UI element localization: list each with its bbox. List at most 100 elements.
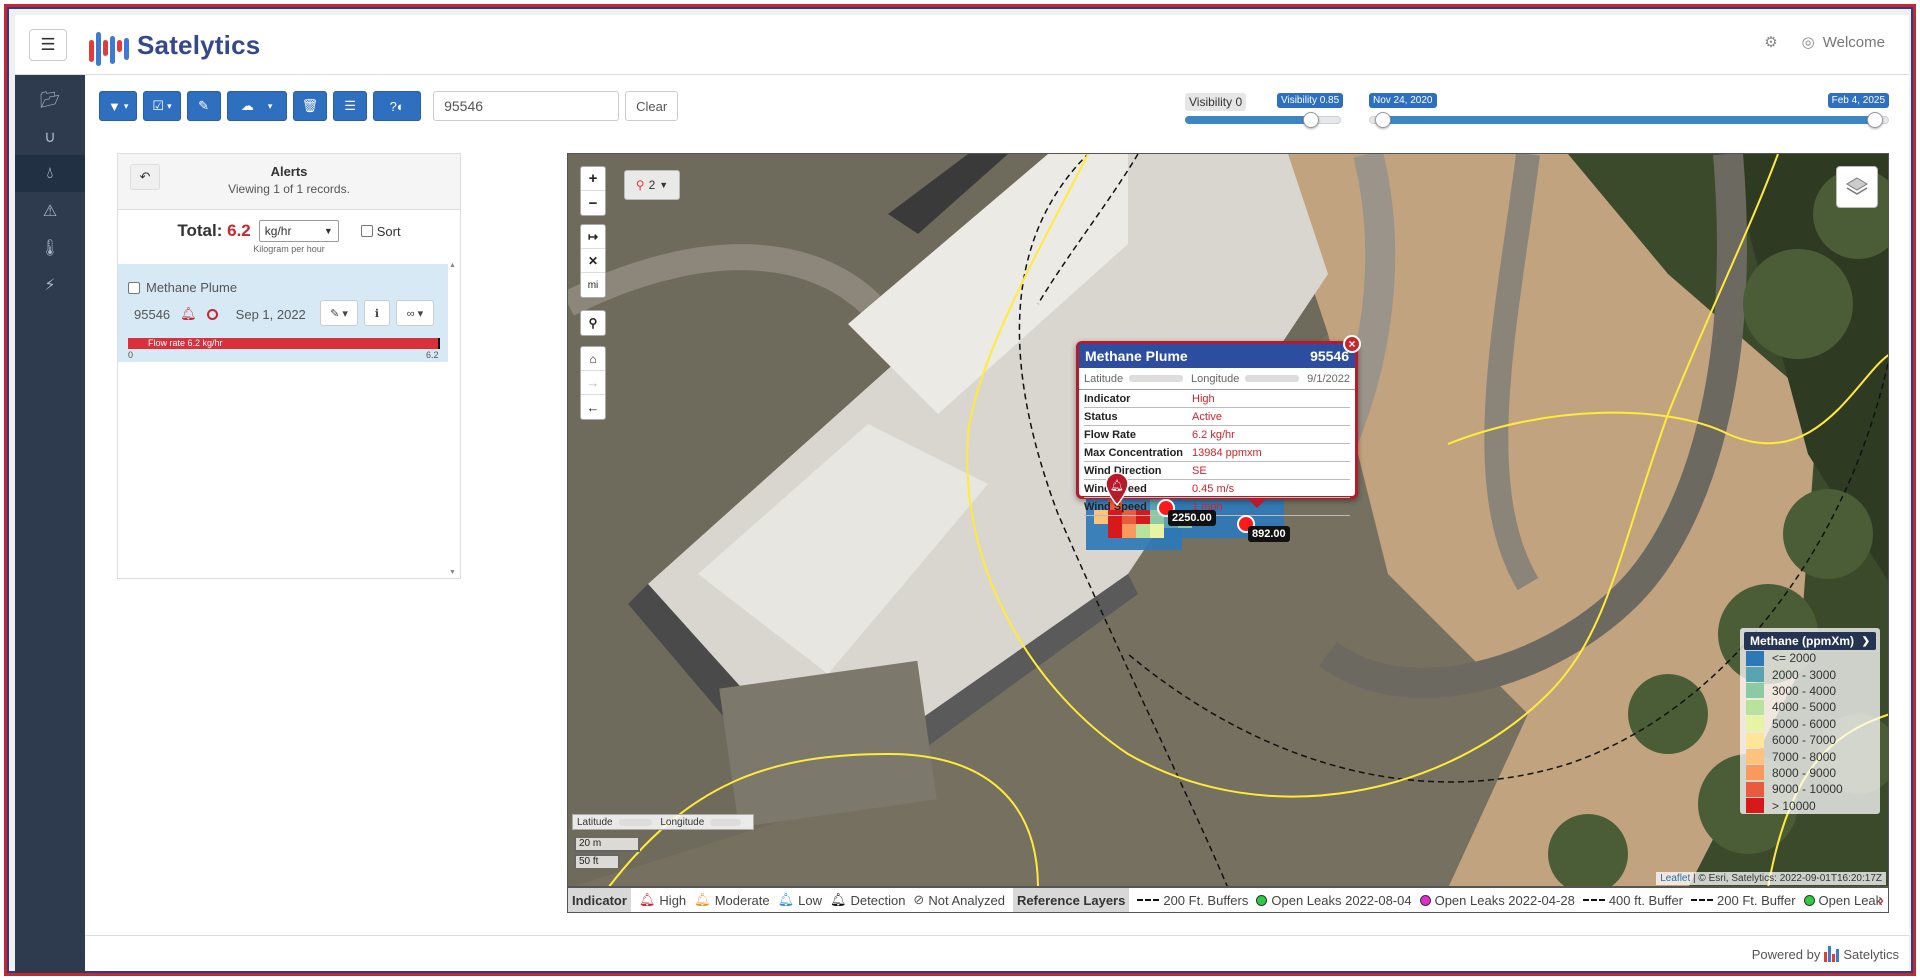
- warning-icon: ⚠: [42, 202, 58, 220]
- attribution-date: 2022-09-01T16:20:17Z: [1779, 873, 1882, 884]
- date-start-label: Nov 24, 2020: [1369, 93, 1437, 108]
- pencil-icon: ✎ ▾: [330, 307, 348, 320]
- map-attribution: Leaflet | © Esri, Satelytics: 2022-09-01…: [1656, 872, 1886, 885]
- filter-button[interactable]: ▼ ▾: [99, 91, 138, 121]
- distance-unit-button[interactable]: mi: [581, 273, 605, 297]
- sort-checkbox[interactable]: Sort: [360, 224, 401, 239]
- nav-magnet[interactable]: ∪: [15, 118, 85, 155]
- help-toggle-button[interactable]: ?◐: [373, 91, 422, 121]
- binoculars-button[interactable]: ∞ ▾: [396, 300, 434, 326]
- visibility-handle[interactable]: [1303, 112, 1319, 128]
- eraser-icon: ✎: [198, 98, 210, 113]
- ref-layer-item[interactable]: Open Leaks 2022-04-28: [1419, 893, 1575, 908]
- methane-legend: Methane (ppmXm) ❯ <= 2000 2000 - 3000 300…: [1740, 628, 1880, 814]
- binoculars-icon: ∞ ▾: [406, 307, 424, 320]
- menu-toggle-button[interactable]: ☰: [29, 29, 67, 61]
- info-button[interactable]: ℹ: [364, 300, 390, 326]
- indicator-heading: Indicator: [568, 888, 631, 912]
- indicator-high: 🔔︎ High: [638, 892, 687, 908]
- indicator-legend-bar: Indicator 🔔︎ High 🔔︎ Moderate 🔔︎ Low 🔔︎ Dete…: [567, 887, 1889, 913]
- locate-button[interactable]: ⚲: [581, 311, 605, 335]
- back-button[interactable]: ↶: [130, 164, 160, 190]
- list-button[interactable]: ☰: [333, 91, 368, 121]
- dashed-line-icon: [1137, 899, 1160, 901]
- layers-button[interactable]: [1836, 166, 1878, 208]
- nav-folder[interactable]: 📂︎: [15, 81, 85, 118]
- close-icon: ×: [1348, 337, 1356, 351]
- popup-header: Methane Plume 95546: [1079, 344, 1355, 368]
- dashed-line-icon: [1582, 899, 1605, 901]
- measure-control: ↦ ✕ mi: [580, 224, 606, 298]
- popup-row: Indicator High: [1084, 390, 1350, 408]
- unit-select[interactable]: kg/hr ▼: [258, 220, 339, 242]
- zoom-out-button[interactable]: −: [581, 191, 605, 215]
- date-range-slider[interactable]: Nov 24, 2020 Feb 4, 2025: [1369, 91, 1889, 131]
- nav-temperature[interactable]: 🌡︎: [15, 229, 85, 266]
- scroll-down-icon[interactable]: ▼: [449, 569, 456, 576]
- marker-count-select[interactable]: ⚲ 2 ▼: [624, 170, 680, 200]
- legend-header[interactable]: Methane (ppmXm) ❯: [1744, 632, 1876, 650]
- popup-close-button[interactable]: ×: [1343, 335, 1361, 353]
- select-button[interactable]: ☑ ▾: [143, 91, 181, 121]
- logo[interactable]: Satelytics: [85, 21, 260, 69]
- scale-bar-metric: 20 m: [574, 838, 640, 852]
- ref-layer-item[interactable]: 200 Ft. Buffers: [1137, 893, 1248, 908]
- user-menu[interactable]: ◎ Welcome: [1802, 33, 1885, 52]
- coord-latitude-label: Latitude: [577, 816, 613, 828]
- top-bar: ☰ Satelytics ⚙ ◎ Welcome: [15, 15, 1909, 75]
- toolbar: ▼ ▾ ☑ ▾ ✎ ☁ ▾ 🗑︎ ☰ ?◐ 95546 Clear: [99, 91, 679, 121]
- alerts-panel: ↶ Alerts Viewing 1 of 1 records. Total: …: [117, 153, 461, 579]
- date-start-handle[interactable]: [1375, 112, 1391, 128]
- welcome-label: Welcome: [1822, 33, 1885, 51]
- ref-layer-item[interactable]: 200 Ft. Buffer: [1691, 893, 1796, 908]
- visibility-slider[interactable]: Visibility 0 Visibility 0.85: [1185, 91, 1344, 131]
- home-button[interactable]: ⌂: [581, 347, 605, 371]
- green-dot-icon: [1256, 894, 1268, 906]
- measure-arrow-icon: ↦: [587, 229, 599, 244]
- measure-button[interactable]: ↦: [581, 225, 605, 249]
- scale-bar-imperial: 50 ft: [574, 854, 620, 868]
- back-nav-button[interactable]: ←: [581, 395, 605, 419]
- alert-select-checkbox[interactable]: [128, 281, 140, 294]
- ref-layer-item[interactable]: 400 ft. Buffer: [1582, 893, 1683, 908]
- legend-swatch: [1746, 650, 1764, 666]
- upload-button[interactable]: ☁ ▾: [226, 91, 287, 121]
- nav-alerts[interactable]: ⚠: [15, 192, 85, 229]
- users-cog-icon[interactable]: ⚙: [1764, 33, 1777, 51]
- forward-button[interactable]: →: [581, 371, 605, 395]
- scroll-up-icon[interactable]: ▲: [449, 262, 456, 269]
- leaflet-link[interactable]: Leaflet: [1660, 873, 1690, 884]
- nav-power[interactable]: ⚡︎: [15, 266, 85, 303]
- chevron-right-icon[interactable]: ›: [1878, 890, 1884, 911]
- edit-button[interactable]: ✎ ▾: [320, 300, 358, 326]
- undo-icon: ↶: [139, 169, 151, 184]
- visibility-min-label: Visibility 0: [1185, 93, 1247, 111]
- delete-button[interactable]: 🗑︎: [292, 91, 328, 121]
- reference-layers-heading: Reference Layers: [1012, 888, 1130, 912]
- eraser-button[interactable]: ✎: [186, 91, 221, 121]
- flow-rate-label: Flow rate 6.2 kg/hr: [148, 338, 223, 348]
- magenta-dot-icon: [1419, 894, 1431, 906]
- indicator-moderate: 🔔︎ Moderate: [694, 892, 770, 908]
- legend-row: 7000 - 8000: [1744, 748, 1876, 765]
- clear-button[interactable]: Clear: [625, 91, 679, 121]
- cloud-upload-icon: ☁: [240, 98, 254, 113]
- close-icon: ✕: [587, 253, 599, 268]
- sort-checkbox-box[interactable]: [360, 225, 373, 237]
- bolt-icon: ⚡︎: [44, 276, 56, 294]
- powered-by: Powered by Satelytics: [1752, 946, 1899, 962]
- zoom-in-button[interactable]: +: [581, 167, 605, 191]
- search-input[interactable]: 95546: [433, 91, 620, 121]
- map-view[interactable]: + − ↦ ✕ mi ⚲ ⌂ → ← ⚲ 2 ▼ Methane Plume 9…: [567, 153, 1889, 887]
- popup-row: Max Concentration 13984 ppmxm: [1084, 444, 1350, 462]
- indicator-low: 🔔︎ Low: [777, 892, 822, 908]
- alert-bell-marker-icon[interactable]: 🔔︎: [1104, 472, 1130, 506]
- ref-layer-item[interactable]: Open Leak: [1803, 893, 1882, 908]
- date-end-handle[interactable]: [1867, 112, 1883, 128]
- alerts-scrollbar[interactable]: ▲ ▼: [448, 262, 458, 576]
- nav-methane[interactable]: 💧︎: [15, 155, 85, 192]
- alert-list-item[interactable]: Methane Plume 95546 🔔︎ Sep 1, 2022 ✎ ▾ ℹ…: [118, 264, 448, 362]
- measure-clear-button[interactable]: ✕: [581, 249, 605, 273]
- bell-icon: 🔔︎: [777, 892, 795, 907]
- ref-layer-item[interactable]: Open Leaks 2022-08-04: [1256, 893, 1412, 908]
